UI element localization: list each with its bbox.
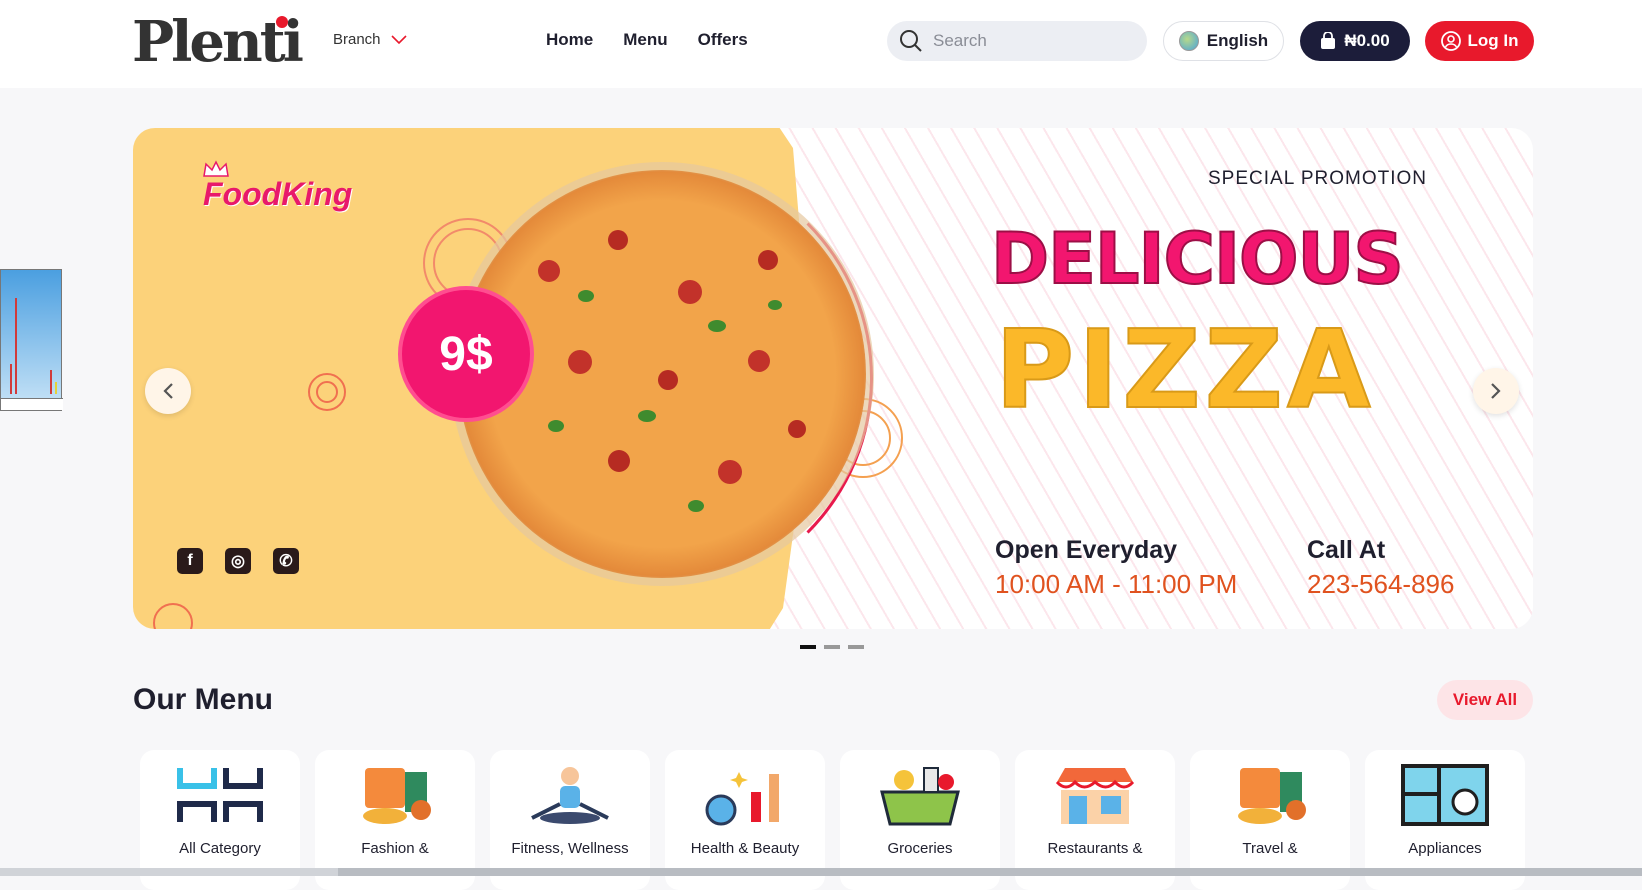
social-links: f ◎ ✆: [177, 548, 299, 574]
thumb-bar: [10, 364, 12, 394]
topping: [548, 420, 564, 432]
carousel-indicators: [800, 645, 864, 649]
category-label: All Category: [179, 840, 261, 857]
carousel-prev-button[interactable]: [145, 368, 191, 414]
category-label: Appliances: [1408, 840, 1482, 857]
branch-dropdown[interactable]: Branch: [333, 31, 407, 48]
thumb-bar: [55, 382, 57, 394]
open-everyday-label: Open Everyday: [995, 536, 1178, 564]
branch-label: Branch: [333, 31, 381, 48]
topping: [758, 250, 778, 270]
our-menu-title: Our Menu: [133, 683, 273, 716]
carousel-next-button[interactable]: [1473, 368, 1519, 414]
beauty-icon: [705, 772, 779, 826]
thumb-bar: [15, 298, 17, 394]
open-hours: 10:00 AM - 11:00 PM: [995, 569, 1238, 599]
topping: [608, 450, 630, 472]
instagram-icon[interactable]: ◎: [225, 548, 251, 574]
foodking-logo: FoodKing: [203, 176, 353, 212]
search-input[interactable]: [933, 31, 1133, 51]
decor-ring: [316, 381, 338, 403]
login-label: Log In: [1467, 31, 1519, 50]
view-all-button[interactable]: View All: [1437, 680, 1533, 720]
category-label: Fashion &: [361, 840, 429, 857]
carousel-dot-1[interactable]: [800, 645, 816, 649]
call-at-label: Call At: [1307, 536, 1386, 564]
globe-icon: [1178, 31, 1199, 51]
chevron-right-icon: [1491, 383, 1501, 399]
fashion-icon: [363, 768, 431, 824]
plenti-logo[interactable]: Plenti: [132, 12, 304, 72]
category-label: Restaurants &: [1047, 840, 1143, 857]
category-label: Health & Beauty: [690, 840, 800, 857]
fitness-icon: [531, 767, 609, 824]
nav-offers[interactable]: Offers: [698, 30, 748, 50]
chevron-down-icon: [390, 34, 407, 44]
category-label: Groceries: [887, 840, 953, 857]
user-icon: [1440, 31, 1461, 51]
appliances-icon: [1401, 764, 1489, 826]
logo-dot: [276, 16, 288, 28]
headline-delicious: DELICIOUS: [990, 217, 1405, 301]
topping: [788, 420, 806, 438]
facebook-icon[interactable]: f: [177, 548, 203, 574]
whatsapp-icon[interactable]: ✆: [273, 548, 299, 574]
category-label: Travel &: [1242, 840, 1298, 857]
topping: [568, 350, 592, 374]
topping: [678, 280, 702, 304]
main-nav: Home Menu Offers: [546, 30, 748, 50]
topping: [658, 370, 678, 390]
language-selector[interactable]: English: [1163, 21, 1284, 61]
horizontal-scrollbar[interactable]: [0, 868, 1642, 876]
travel-icon: [1238, 768, 1306, 824]
carousel-dot-3[interactable]: [848, 645, 864, 649]
cart-total: ₦0.00: [1344, 31, 1390, 50]
nav-menu[interactable]: Menu: [623, 30, 667, 50]
topping: [768, 300, 782, 310]
topping: [638, 410, 656, 422]
topping: [688, 500, 704, 512]
chevron-left-icon: [163, 383, 173, 399]
language-label: English: [1206, 31, 1269, 50]
topping: [538, 260, 560, 282]
nav-home[interactable]: Home: [546, 30, 593, 50]
topping: [608, 230, 628, 250]
category-label: Fitness, Wellness: [511, 840, 629, 857]
topping: [708, 320, 726, 332]
search-box: [887, 21, 1147, 61]
carousel-dot-2[interactable]: [824, 645, 840, 649]
cart-button[interactable]: ₦0.00: [1300, 21, 1410, 61]
login-button[interactable]: Log In: [1425, 21, 1534, 61]
headline-pizza: PIZZA: [994, 307, 1375, 434]
top-header: Plenti Branch Home Menu Offers English ₦…: [0, 0, 1642, 88]
phone-number: 223-564-896: [1307, 569, 1455, 599]
topping: [578, 290, 594, 302]
scrollbar-thumb[interactable]: [338, 868, 1642, 876]
thumb-bar: [50, 370, 52, 394]
hero-banner[interactable]: FoodKing 9$ f ◎ ✆ SPECIAL PROMOTION DELI…: [133, 128, 1533, 629]
special-promotion-label: SPECIAL PROMOTION: [1208, 168, 1427, 189]
search-icon: [900, 30, 922, 52]
thumb-base: [1, 398, 63, 410]
topping: [718, 460, 742, 484]
restaurant-icon: [1055, 768, 1135, 824]
price-badge: 9$: [398, 286, 534, 422]
grid-icon: [177, 768, 263, 822]
groceries-icon: [880, 767, 960, 826]
floating-thumbnail[interactable]: [0, 269, 63, 411]
topping: [748, 350, 770, 372]
shopping-bag-icon: [1321, 32, 1336, 49]
